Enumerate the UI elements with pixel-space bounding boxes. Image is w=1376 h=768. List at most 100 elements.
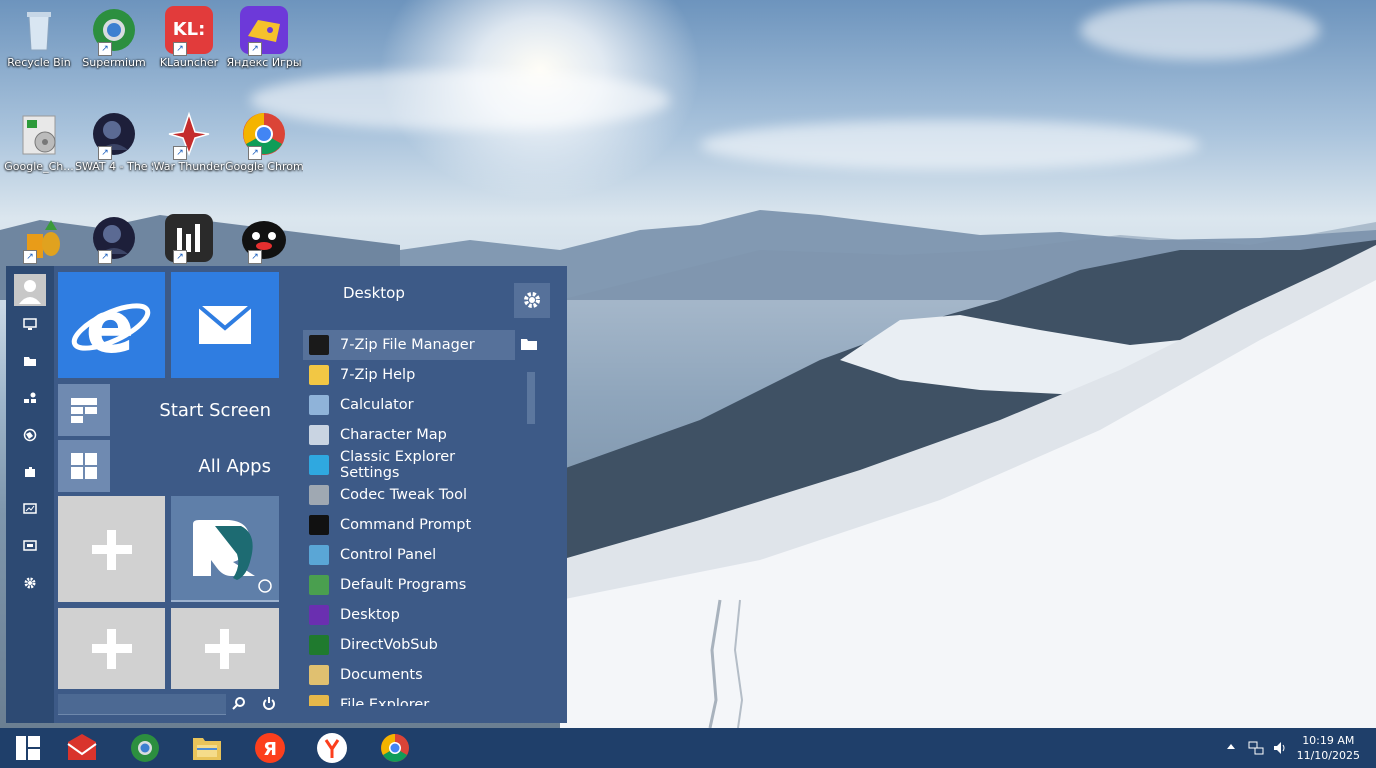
monitor-chart-icon[interactable] [14, 497, 46, 527]
add-tile-button[interactable] [58, 496, 165, 602]
taskbar-app-yandex[interactable]: Я [254, 732, 286, 764]
app-list-item[interactable]: Default Programs [303, 570, 515, 600]
shortcut-arrow-icon: ↗ [173, 146, 187, 160]
swat4-icon: ↗ [90, 110, 138, 160]
app-list-item-label: Desktop [340, 607, 400, 623]
plus-icon [92, 629, 132, 669]
desktop-icon-label: Google Chrome [225, 160, 303, 173]
taskbar-app-chrome[interactable] [379, 732, 411, 764]
all-apps-tile[interactable] [58, 440, 110, 492]
app-list-item[interactable]: Calculator [303, 390, 515, 420]
desktop-icon-recycle-bin[interactable]: Recycle Bin [0, 6, 78, 70]
user-avatar-icon[interactable] [14, 274, 46, 306]
desktop-icon-klauncher[interactable]: KL: ↗ KLauncher [150, 6, 228, 70]
puzzle-icon[interactable] [14, 460, 46, 490]
app-list-item-label: Classic Explorer Settings [340, 449, 456, 481]
app-tile[interactable] [171, 496, 279, 602]
shortcut-arrow-icon: ↗ [248, 146, 262, 160]
app-icon [309, 425, 329, 445]
show-hidden-icons-button[interactable] [1226, 740, 1236, 754]
app-icon [309, 545, 329, 565]
file-explorer-icon [193, 738, 221, 760]
app-list-item[interactable]: Codec Tweak Tool [303, 480, 515, 510]
app-list-item-label: Character Map [340, 427, 447, 443]
app-list-item-label: 7-Zip Help [340, 367, 416, 383]
taskbar: Я 10:19 AM 11/10/2025 [0, 728, 1376, 768]
app-list-item[interactable]: Character Map [303, 420, 515, 450]
app-icon [309, 515, 329, 535]
app-icon [309, 635, 329, 655]
app-list-item-label: File Explorer [340, 697, 430, 706]
desktop-icon-google-chrome[interactable]: ↗ Google Chrome [225, 110, 303, 174]
internet-explorer-tile[interactable]: e [58, 272, 165, 378]
start-screen-label[interactable]: Start Screen [159, 400, 271, 421]
app-list-item[interactable]: Classic Explorer Settings [303, 449, 515, 481]
search-icon[interactable] [232, 696, 246, 714]
r-app-logo-icon [193, 520, 272, 593]
penguin-icon: ↗ [240, 214, 288, 264]
monitor-icon[interactable] [14, 312, 46, 342]
app-bars-icon: ↗ [165, 214, 213, 264]
all-apps-label[interactable]: All Apps [198, 456, 271, 477]
app-list-item-label: Command Prompt [340, 517, 472, 533]
yandex-games-icon: ↗ [240, 6, 288, 56]
globe-icon[interactable] [14, 423, 46, 453]
app-icon [309, 605, 329, 625]
app-icon [309, 695, 329, 706]
swat4-icon: ↗ [90, 214, 138, 264]
start-menu-sidebar [6, 266, 54, 723]
clock[interactable]: 10:19 AM 11/10/2025 [1297, 733, 1360, 763]
network-tray-icon[interactable] [1248, 740, 1264, 759]
desktop-icon-label: Recycle Bin [7, 56, 71, 69]
power-icon[interactable] [262, 696, 276, 714]
app-list-item[interactable]: Control Panel [303, 540, 515, 570]
svg-text:e: e [86, 285, 135, 369]
chrome-icon: ↗ [240, 110, 288, 160]
desktop-icon-swat4[interactable]: ↗ SWAT 4 - The Stet... [75, 110, 153, 174]
start-screen-tile[interactable] [58, 384, 110, 436]
shortcut-arrow-icon: ↗ [248, 42, 262, 56]
folder-icon[interactable] [14, 349, 46, 379]
app-icon [309, 395, 329, 415]
all-apps-icon [71, 453, 97, 479]
desktop-icon-supermium[interactable]: ↗ Supermium [75, 6, 153, 70]
desktop-icon-label: Google_Ch... [4, 160, 74, 173]
open-folder-button[interactable] [520, 336, 538, 355]
desktop-icon-war-thunder[interactable]: ↗ War Thunder [150, 110, 228, 174]
add-tile-button[interactable] [58, 608, 165, 689]
desktop-icon-yandex-games[interactable]: ↗ Яндекс Игры [225, 6, 303, 70]
app-list-item[interactable]: Documents [303, 660, 515, 690]
app-list-item[interactable]: File Explorer [303, 690, 515, 706]
network-icon[interactable] [14, 386, 46, 416]
app-list-item[interactable]: 7-Zip File Manager [303, 330, 515, 360]
app-icon [309, 665, 329, 685]
taskbar-app-yandex-browser[interactable] [316, 732, 348, 764]
app-list-item-label: Control Panel [340, 547, 437, 563]
app-list-scrollbar[interactable] [527, 372, 535, 424]
desktop-icon-label: SWAT 4 - The Stet... [75, 160, 153, 173]
gear-icon[interactable] [14, 571, 46, 601]
app-list-item-label: DirectVobSub [340, 637, 438, 653]
app-list-item[interactable]: DirectVobSub [303, 630, 515, 660]
desktop-icon-app-bars[interactable]: ↗ [150, 214, 228, 264]
taskbar-app-file-explorer[interactable] [191, 732, 223, 764]
app-list-item[interactable]: Desktop [303, 600, 515, 630]
add-tile-button[interactable] [171, 608, 279, 689]
desktop-icon-penguin[interactable]: ↗ [225, 214, 303, 264]
desktop-icon-swat4-2[interactable]: ↗ [75, 214, 153, 264]
display-icon[interactable] [14, 534, 46, 564]
taskbar-app-mail-red[interactable] [66, 732, 98, 764]
desktop-icon-tropical-drink[interactable]: ↗ [0, 214, 78, 264]
supermium-icon [131, 734, 159, 762]
mail-tile[interactable] [171, 272, 279, 378]
app-list-item[interactable]: Command Prompt [303, 510, 515, 540]
volume-tray-icon[interactable] [1272, 740, 1288, 759]
search-input[interactable] [58, 694, 226, 715]
klauncher-icon: KL: ↗ [165, 6, 213, 56]
taskbar-app-supermium[interactable] [129, 732, 161, 764]
desktop-icon-label: KLauncher [159, 56, 219, 69]
start-button[interactable] [14, 732, 46, 764]
app-list-item[interactable]: 7-Zip Help [303, 360, 515, 390]
settings-button[interactable] [514, 283, 550, 318]
desktop-icon-google-ch[interactable]: Google_Ch... [0, 110, 78, 174]
